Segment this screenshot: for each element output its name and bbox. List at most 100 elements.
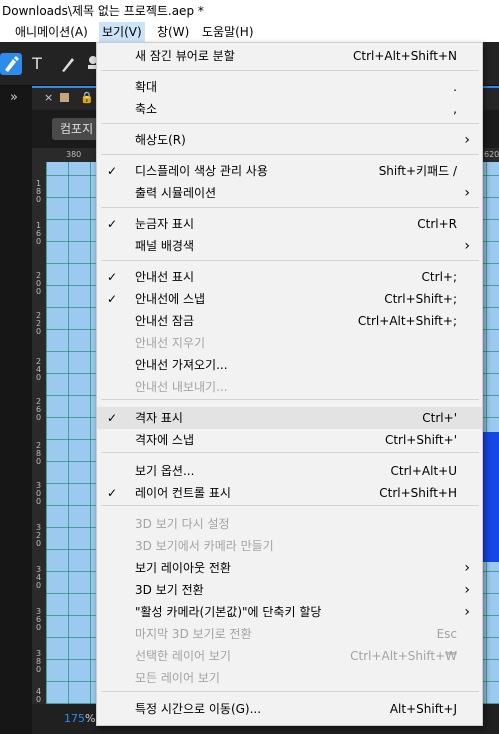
submenu-arrow-icon: ›	[464, 604, 470, 620]
ruler-tick-label: 620	[484, 150, 499, 159]
menu-item-label: 해상도(R)	[135, 133, 186, 147]
menu-window[interactable]: 창(W)	[154, 22, 192, 42]
menu-item-label: 마지막 3D 보기로 전환	[135, 627, 252, 641]
menu-item[interactable]: 격자에 스냅 Ctrl+Shift+'	[97, 429, 482, 451]
menu-item[interactable]: 축소,	[97, 98, 482, 120]
menu-item-shortcut: Ctrl+Alt+Shift+N	[352, 49, 457, 63]
menu-item-shortcut: Ctrl+Alt+U	[390, 464, 458, 478]
submenu-arrow-icon: ›	[464, 132, 470, 148]
submenu-arrow-icon: ›	[464, 238, 470, 254]
zoom-level[interactable]: 175%	[64, 712, 95, 725]
menu-item-label: 특정 시간으로 이동(G)...	[135, 702, 262, 716]
close-tab-icon[interactable]: ×	[44, 91, 53, 104]
menu-separator	[101, 154, 479, 155]
menu-item-label: 안내선 가져오기...	[135, 358, 228, 372]
menubar: 애니메이션(A) 보기(V) 창(W) 도움말(H)	[0, 22, 499, 42]
menu-item-shortcut: Ctrl+Shift+'	[384, 433, 457, 447]
menu-view[interactable]: 보기(V)	[99, 22, 145, 42]
submenu-arrow-icon: ›	[464, 185, 470, 201]
ruler-tick-label: 280	[36, 441, 42, 466]
menu-item-label: 축소	[135, 102, 158, 116]
menu-item-shortcut: Ctrl+R	[417, 217, 457, 231]
menu-animation[interactable]: 애니메이션(A)	[12, 22, 91, 42]
menu-item-shortcut: Ctrl+;	[421, 270, 457, 284]
menu-separator	[101, 123, 479, 124]
menu-item[interactable]: 특정 시간으로 이동(G)... Alt+Shift+J	[97, 698, 482, 720]
checkmark-icon: ✓	[107, 411, 118, 425]
ruler-tick-label: 360	[36, 607, 42, 632]
menu-item-label: 디스플레이 색상 관리 사용	[135, 164, 268, 178]
pen-tool-icon[interactable]	[0, 53, 22, 75]
menu-item[interactable]: ✓ 눈금자 표시 Ctrl+R	[97, 213, 482, 235]
menu-item-shortcut: Ctrl+Alt+Shift+;	[357, 314, 457, 328]
menu-item-shortcut: Ctrl+Shift+H	[379, 486, 457, 500]
lock-icon[interactable]: 🔒	[80, 91, 94, 104]
menu-item[interactable]: 3D 보기 전환 ›	[97, 579, 482, 601]
menu-item-label: "활성 카메라(기본값)"에 단축키 할당	[135, 605, 322, 619]
menu-item-label: 3D 보기 다시 설정	[135, 517, 230, 531]
checkmark-icon: ✓	[107, 270, 118, 284]
menu-item-shortcut: Esc	[436, 627, 457, 641]
ruler-tick-label: 380	[36, 649, 42, 674]
menu-item[interactable]: ✓ 격자 표시 Ctrl+'	[97, 407, 482, 429]
menu-item-label: 안내선에 스냅	[135, 292, 206, 306]
checkmark-icon: ✓	[107, 292, 118, 306]
menu-item-label: 안내선 잠금	[135, 314, 195, 328]
menu-item[interactable]: 패널 배경색 ›	[97, 235, 482, 257]
ruler-tick-label: 380	[66, 150, 82, 159]
ruler-tick-label: 180	[36, 179, 42, 204]
menu-separator	[101, 505, 479, 506]
ruler-tick-label: 400	[36, 688, 42, 704]
ruler-tick-label: 260	[36, 397, 42, 422]
menu-item[interactable]: "활성 카메라(기본값)"에 단축키 할당 ›	[97, 601, 482, 623]
menu-item[interactable]: ✓ 안내선 표시 Ctrl+;	[97, 266, 482, 288]
ruler-tick-label: 300	[36, 481, 42, 506]
menu-item[interactable]: 안내선 잠금 Ctrl+Alt+Shift+;	[97, 310, 482, 332]
menu-item[interactable]: 출력 시뮬레이션 ›	[97, 182, 482, 204]
menu-item-shortcut: ,	[453, 102, 457, 116]
expand-panel-icon[interactable]: »	[10, 90, 18, 105]
menu-item-label: 새 잠긴 뷰어로 분할	[135, 49, 235, 63]
ruler-tick-label: 200	[36, 271, 42, 296]
menu-item: 마지막 3D 보기로 전환 Esc	[97, 623, 482, 645]
menu-item[interactable]: 확대.	[97, 76, 482, 98]
menu-item[interactable]: 안내선 가져오기...	[97, 354, 482, 376]
menu-item[interactable]: 보기 옵션... Ctrl+Alt+U	[97, 460, 482, 482]
menu-item-label: 안내선 내보내기...	[135, 380, 228, 394]
brush-tool-icon[interactable]	[56, 53, 78, 75]
text-tool-icon[interactable]: T	[26, 53, 48, 75]
menu-separator	[101, 260, 479, 261]
menu-item: 선택한 레이어 보기 Ctrl+Alt+Shift+₩	[97, 645, 482, 667]
menu-item-label: 선택한 레이어 보기	[135, 649, 231, 663]
menu-separator	[101, 70, 479, 71]
ruler-tick-label: 320	[36, 523, 42, 548]
left-panel: »	[0, 86, 32, 734]
menu-item-shortcut: Shift+키패드 /	[378, 164, 457, 178]
menu-item[interactable]: ✓ 안내선에 스냅 Ctrl+Shift+;	[97, 288, 482, 310]
submenu-arrow-icon: ›	[464, 560, 470, 576]
menu-item-shortcut: Ctrl+'	[422, 411, 457, 425]
menu-item[interactable]: 보기 레이아웃 전환 ›	[97, 557, 482, 579]
menu-item-label: 눈금자 표시	[135, 217, 195, 231]
menu-item[interactable]: ✓ 디스플레이 색상 관리 사용 Shift+키패드 /	[97, 160, 482, 182]
checkmark-icon: ✓	[107, 217, 118, 231]
menu-item-label: 격자에 스냅	[135, 433, 195, 447]
menu-item[interactable]: 해상도(R) ›	[97, 129, 482, 151]
menu-item: 모든 레이어 보기	[97, 667, 482, 689]
menu-item-shortcut: Ctrl+Shift+;	[384, 292, 457, 306]
menu-item-label: 출력 시뮬레이션	[135, 186, 217, 200]
menu-item-label: 보기 옵션...	[135, 464, 195, 478]
checkmark-icon: ✓	[107, 164, 118, 178]
menu-item-label: 격자 표시	[135, 411, 183, 425]
menu-item-label: 확대	[135, 80, 158, 94]
window-title: Downloads\제목 없는 프로젝트.aep *	[0, 0, 499, 22]
menu-item: 안내선 지우기	[97, 332, 482, 354]
menu-help[interactable]: 도움말(H)	[199, 22, 257, 42]
menu-item[interactable]: ✓ 레이어 컨트롤 표시 Ctrl+Shift+H	[97, 482, 482, 504]
menu-item-label: 레이어 컨트롤 표시	[135, 486, 231, 500]
menu-item-label: 모든 레이어 보기	[135, 671, 220, 685]
menu-separator	[101, 452, 479, 453]
menu-item[interactable]: 새 잠긴 뷰어로 분할 Ctrl+Alt+Shift+N	[97, 45, 482, 67]
menu-item-label: 3D 보기에서 카메라 만들기	[135, 539, 274, 553]
menu-separator	[101, 207, 479, 208]
